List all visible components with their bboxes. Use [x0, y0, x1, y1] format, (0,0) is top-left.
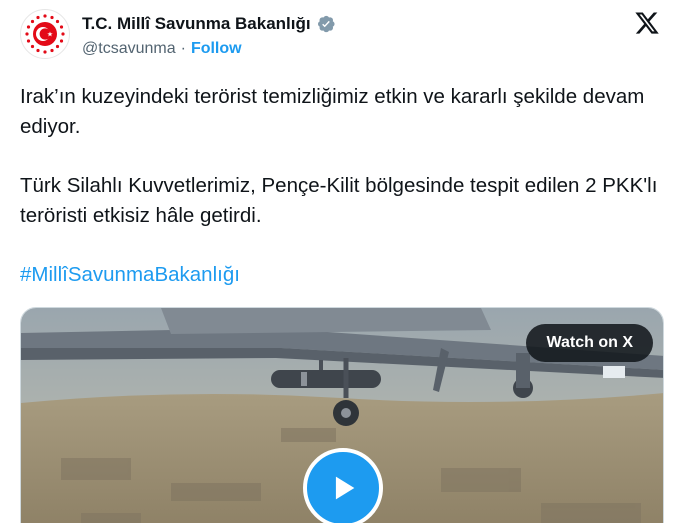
- ministry-logo-icon: [23, 12, 67, 56]
- follow-button[interactable]: Follow: [191, 40, 242, 58]
- play-icon: [335, 476, 355, 500]
- tweet-paragraph-1: Irak’ın kuzeyindeki terörist temizliğimi…: [20, 85, 645, 138]
- separator-dot: ·: [180, 40, 186, 57]
- x-logo-icon[interactable]: [633, 10, 661, 36]
- play-button[interactable]: [303, 448, 383, 523]
- avatar[interactable]: [20, 9, 70, 59]
- video-thumbnail[interactable]: Watch on X: [20, 307, 664, 523]
- tweet-paragraph-2: Türk Silahlı Kuvvetlerimiz, Pençe-Kilit …: [20, 174, 658, 227]
- hashtag-link[interactable]: #MillîSavunmaBakanlığı: [20, 263, 240, 286]
- author-name-row: T.C. Millî Savunma Bakanlığı: [82, 12, 336, 36]
- tweet-text: Irak’ın kuzeyindeki terörist temizliğimi…: [20, 82, 660, 290]
- watch-on-x-button[interactable]: Watch on X: [526, 324, 653, 362]
- display-name[interactable]: T.C. Millî Savunma Bakanlığı: [82, 14, 311, 34]
- handle-row: @tcsavunma · Follow: [82, 40, 242, 58]
- handle[interactable]: @tcsavunma: [82, 40, 176, 58]
- verified-badge-icon: [316, 14, 336, 34]
